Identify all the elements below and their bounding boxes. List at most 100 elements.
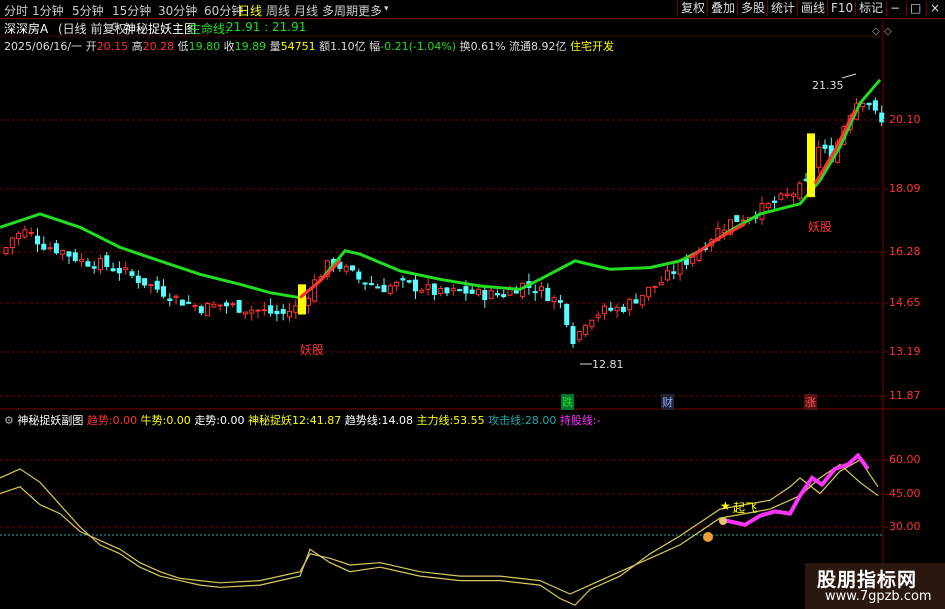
candle-body[interactable] (507, 288, 513, 296)
candle-body[interactable] (595, 314, 601, 319)
candle-body[interactable] (431, 283, 437, 295)
candle-body[interactable] (22, 229, 28, 238)
candle-body[interactable] (375, 286, 381, 289)
candle-body[interactable] (293, 305, 299, 313)
candle-body[interactable] (652, 285, 658, 288)
candle-body[interactable] (608, 307, 614, 311)
candle-body[interactable] (425, 284, 431, 290)
candle-body[interactable] (457, 289, 463, 292)
candle-body[interactable] (16, 232, 22, 240)
candle-body[interactable] (79, 258, 85, 262)
candle-body[interactable] (217, 304, 223, 307)
candle-body[interactable] (53, 243, 59, 254)
candle-body[interactable] (620, 306, 626, 312)
candle-body[interactable] (255, 309, 261, 312)
candle-body[interactable] (450, 288, 456, 292)
kline-chart[interactable] (0, 0, 945, 609)
candle-body[interactable] (570, 326, 576, 344)
candle-body[interactable] (759, 203, 765, 220)
candle-body[interactable] (173, 295, 179, 298)
candle-body[interactable] (167, 298, 173, 302)
fall-badge[interactable]: 跌 (561, 394, 574, 410)
candle-body[interactable] (28, 231, 34, 234)
candle-body[interactable] (35, 235, 40, 245)
candle-body[interactable] (639, 294, 645, 306)
candle-body[interactable] (60, 250, 66, 255)
candle-body[interactable] (9, 237, 15, 248)
expand-diamond-icon[interactable]: ◇ (872, 26, 880, 37)
candle-body[interactable] (161, 286, 166, 297)
candle-body[interactable] (242, 311, 248, 315)
candle-body[interactable] (142, 278, 148, 286)
candle-body[interactable] (230, 303, 236, 306)
candle-body[interactable] (469, 289, 475, 294)
candle-body[interactable] (539, 286, 544, 292)
candle-body[interactable] (545, 287, 551, 302)
finance-badge[interactable]: 财 (661, 394, 674, 410)
candle-body[interactable] (551, 297, 557, 303)
candle-body[interactable] (305, 297, 311, 306)
sub-indicator-name[interactable]: 神秘捉妖副图 (17, 414, 83, 427)
candle-body[interactable] (772, 200, 778, 203)
candle-body[interactable] (350, 265, 355, 271)
candle-body[interactable] (791, 193, 796, 197)
candle-body[interactable] (394, 282, 400, 287)
indicator-name[interactable]: 神秘捉妖主图 (124, 20, 196, 37)
candle-body[interactable] (356, 271, 362, 280)
candle-body[interactable] (400, 278, 406, 281)
candle-body[interactable] (413, 279, 418, 292)
candle-body[interactable] (633, 299, 639, 304)
candle-body[interactable] (274, 310, 280, 315)
sub-gear-icon[interactable]: ⚙ (4, 414, 14, 427)
candle-body[interactable] (362, 282, 368, 285)
candle-body[interactable] (110, 268, 116, 272)
candle-body[interactable] (287, 310, 292, 318)
candle-body[interactable] (406, 280, 412, 283)
candle-body[interactable] (211, 303, 217, 308)
candle-body[interactable] (91, 266, 97, 269)
candle-body[interactable] (179, 299, 185, 306)
candle-body[interactable] (154, 280, 160, 290)
candle-body[interactable] (816, 146, 822, 168)
settings-diamond-icon[interactable]: ◇ (884, 26, 892, 37)
candle-body[interactable] (501, 294, 507, 298)
candle-body[interactable] (784, 193, 790, 197)
candle-body[interactable] (249, 309, 255, 314)
candle-body[interactable] (532, 291, 538, 294)
candle-body[interactable] (602, 305, 607, 315)
candle-body[interactable] (135, 275, 141, 283)
candle-body[interactable] (148, 283, 154, 287)
candle-body[interactable] (343, 265, 349, 272)
candle-body[interactable] (476, 288, 481, 296)
candle-body[interactable] (186, 301, 192, 304)
candle-body[interactable] (463, 286, 469, 294)
candle-body[interactable] (129, 271, 135, 276)
candle-body[interactable] (268, 305, 274, 314)
candle-body[interactable] (85, 261, 91, 267)
candle-body[interactable] (822, 144, 828, 149)
candle-body[interactable] (627, 298, 633, 311)
candle-body[interactable] (198, 306, 204, 314)
candle-body[interactable] (658, 281, 664, 286)
candle-body[interactable] (419, 289, 425, 293)
candle-body[interactable] (104, 255, 110, 268)
candle-body[interactable] (280, 309, 286, 314)
candle-body[interactable] (261, 309, 267, 312)
candle-body[interactable] (797, 182, 803, 199)
candle-body[interactable] (589, 319, 595, 328)
candle-body[interactable] (72, 252, 78, 262)
candle-body[interactable] (646, 286, 652, 298)
candle-body[interactable] (381, 284, 387, 293)
candle-body[interactable] (872, 100, 878, 111)
candle-body[interactable] (368, 283, 374, 286)
candle-body[interactable] (66, 251, 72, 257)
candle-body[interactable] (866, 102, 872, 106)
candle-body[interactable] (438, 288, 444, 295)
candle-body[interactable] (614, 306, 620, 312)
candle-body[interactable] (765, 202, 771, 209)
candle-body[interactable] (444, 287, 450, 294)
candle-body[interactable] (583, 324, 589, 335)
candle-body[interactable] (98, 258, 103, 271)
candle-body[interactable] (671, 271, 677, 274)
candle-body[interactable] (482, 289, 488, 301)
